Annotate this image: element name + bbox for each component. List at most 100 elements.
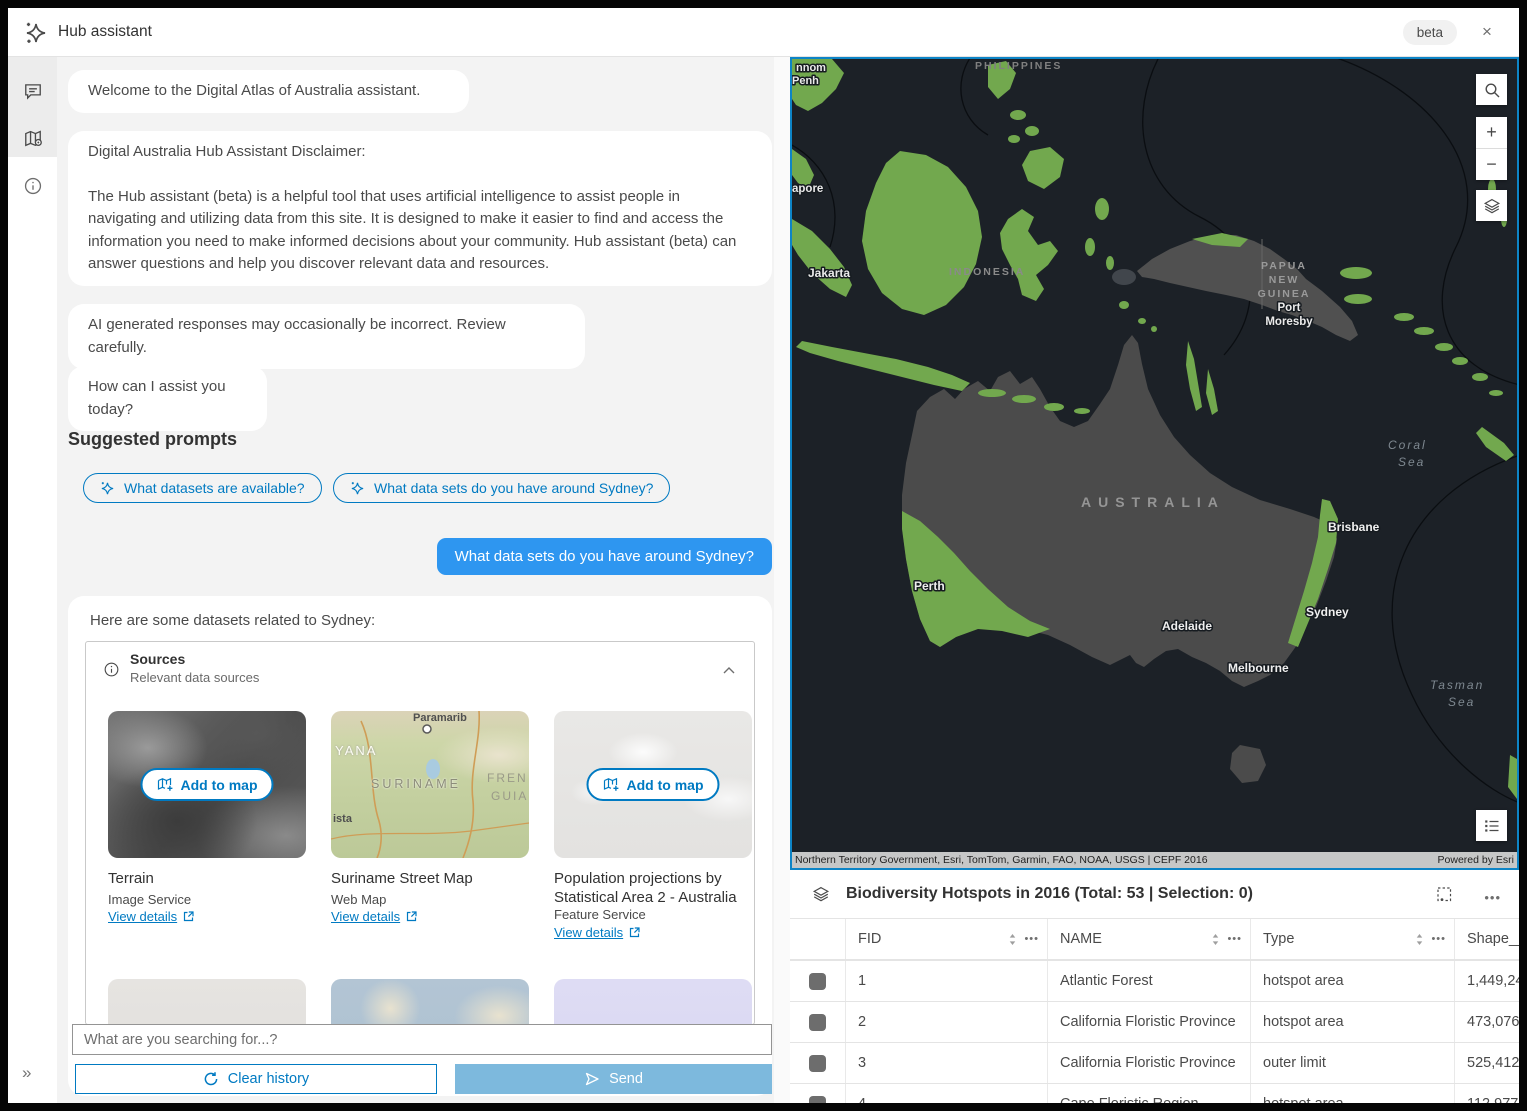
dataset-thumbnail-suriname[interactable]: Paramarib YANA SURINAME FREN GUIA ista	[331, 711, 529, 858]
cell-name: Cape Floristic Region	[1047, 1084, 1250, 1103]
add-map-icon	[603, 776, 620, 793]
table-row[interactable]: 3 California Floristic Province outer li…	[790, 1042, 1519, 1083]
prompt-button[interactable]: What data sets do you have around Sydney…	[333, 473, 670, 503]
zoom-control: + −	[1476, 117, 1507, 180]
map-attribution: Northern Territory Government, Esri, Tom…	[792, 852, 1517, 868]
column-header-name[interactable]: NAME •••	[1047, 919, 1250, 959]
column-label: Shape__A	[1467, 931, 1519, 947]
sort-icon[interactable]	[1007, 933, 1018, 946]
sort-icon[interactable]	[1210, 933, 1221, 946]
map-legend-button[interactable]	[1476, 810, 1507, 841]
cell-name: California Floristic Province	[1047, 1043, 1250, 1083]
sea-label: Sea	[1398, 455, 1425, 469]
thumb-label: Paramarib	[413, 712, 467, 724]
sort-icon[interactable]	[1414, 933, 1425, 946]
map-canvas: nnom Penh apore Jakarta PHILIPPINES INDO…	[792, 59, 1517, 852]
map-icon[interactable]	[23, 128, 43, 148]
chat-icon[interactable]	[23, 81, 43, 101]
beta-badge: beta	[1403, 20, 1457, 45]
dataset-thumbnail-extra-2[interactable]	[331, 979, 529, 1025]
city-label: Perth	[914, 579, 945, 593]
city-label: nnom	[796, 62, 826, 74]
dataset-thumbnail-terrain[interactable]: Add to map	[108, 711, 306, 858]
sea-label: Tasman	[1430, 678, 1484, 692]
sea-label: Sea	[1448, 695, 1475, 709]
dataset-thumbnail-extra-3[interactable]	[554, 979, 752, 1025]
table-menu-icon[interactable]: •••	[1484, 890, 1501, 905]
column-menu-icon[interactable]: •••	[1227, 933, 1242, 945]
close-icon[interactable]: ×	[1477, 22, 1497, 42]
list-icon	[1483, 817, 1501, 835]
view-details-label: View details	[331, 909, 400, 924]
scroll-gutter[interactable]	[774, 57, 790, 1103]
chat-panel: Welcome to the Digital Atlas of Australi…	[57, 57, 790, 1103]
add-to-map-button[interactable]: Add to map	[141, 768, 274, 801]
row-checkbox[interactable]	[809, 1014, 826, 1031]
sparkle-icon	[100, 481, 115, 496]
column-label: FID	[858, 931, 881, 947]
table-row[interactable]: 2 California Floristic Province hotspot …	[790, 1001, 1519, 1042]
view-details-link[interactable]: View details	[331, 909, 418, 924]
external-link-icon	[405, 910, 418, 923]
thumb-label: SURINAME	[371, 777, 461, 791]
response-intro: Here are some datasets related to Sydney…	[90, 612, 375, 629]
view-details-link[interactable]: View details	[554, 925, 641, 940]
city-label: Brisbane	[1328, 520, 1380, 534]
row-checkbox[interactable]	[809, 1096, 826, 1104]
table-row[interactable]: 1 Atlantic Forest hotspot area 1,449,245	[790, 960, 1519, 1001]
collapse-panel-icon[interactable]: »	[22, 1063, 29, 1083]
prompt-button[interactable]: What datasets are available?	[83, 473, 322, 503]
country-label: GUINEA	[1258, 288, 1311, 300]
city-label: apore	[792, 183, 823, 195]
assistant-message: Digital Australia Hub Assistant Disclaim…	[68, 131, 772, 286]
zoom-out-button[interactable]: −	[1476, 149, 1507, 180]
search-input[interactable]	[72, 1024, 772, 1055]
layers-icon	[1483, 197, 1501, 215]
user-message: What data sets do you have around Sydney…	[437, 538, 772, 575]
search-icon	[1483, 81, 1501, 99]
attribution-text: Northern Territory Government, Esri, Tom…	[795, 854, 1208, 866]
map-layers-button[interactable]	[1476, 190, 1507, 221]
cell-name: California Floristic Province	[1047, 1002, 1250, 1042]
sources-title: Sources	[130, 651, 185, 667]
disclaimer-body: The Hub assistant (beta) is a helpful to…	[88, 186, 752, 276]
select-all-column[interactable]	[790, 919, 845, 959]
add-to-map-label: Add to map	[181, 777, 258, 793]
info-icon[interactable]	[23, 176, 43, 196]
column-header-shape-area[interactable]: Shape__A	[1454, 919, 1519, 959]
disclaimer-heading: Digital Australia Hub Assistant Disclaim…	[88, 141, 752, 164]
country-label: AUSTRALIA	[1081, 494, 1225, 510]
selection-options-icon[interactable]	[1436, 886, 1453, 903]
column-header-type[interactable]: Type •••	[1250, 919, 1454, 959]
info-icon	[103, 661, 120, 678]
clear-history-button[interactable]: Clear history	[75, 1064, 437, 1094]
assistant-message: Welcome to the Digital Atlas of Australi…	[68, 70, 469, 113]
column-header-fid[interactable]: FID •••	[845, 919, 1047, 959]
row-checkbox[interactable]	[809, 1055, 826, 1072]
map-search-button[interactable]	[1476, 74, 1507, 105]
thumb-label: YANA	[335, 743, 377, 758]
zoom-in-button[interactable]: +	[1476, 117, 1507, 148]
view-details-link[interactable]: View details	[108, 909, 195, 924]
map-view[interactable]: nnom Penh apore Jakarta PHILIPPINES INDO…	[790, 57, 1519, 870]
column-menu-icon[interactable]: •••	[1431, 933, 1446, 945]
dataset-thumbnail-extra-1[interactable]	[108, 979, 306, 1025]
tool-rail: »	[8, 57, 57, 1103]
chevron-up-icon[interactable]	[722, 665, 736, 675]
table-row[interactable]: 4 Cape Floristic Region hotspot area 112…	[790, 1083, 1519, 1103]
add-to-map-button[interactable]: Add to map	[587, 768, 720, 801]
send-button[interactable]: Send	[455, 1064, 772, 1094]
cell-shape-area: 1,449,245	[1454, 961, 1519, 1001]
dataset-type: Feature Service	[554, 907, 646, 922]
city-label: Port	[1278, 302, 1301, 314]
dataset-thumbnail-population[interactable]: Add to map	[554, 711, 752, 858]
row-checkbox[interactable]	[809, 973, 826, 990]
add-to-map-label: Add to map	[627, 777, 704, 793]
sources-section: Sources Relevant data sources Add to map	[85, 641, 755, 1025]
cell-fid: 4	[845, 1084, 1047, 1103]
cell-fid: 1	[845, 961, 1047, 1001]
cell-type: hotspot area	[1250, 1002, 1454, 1042]
prompt-label: What data sets do you have around Sydney…	[374, 480, 653, 496]
dataset-title: Terrain	[108, 870, 308, 889]
column-menu-icon[interactable]: •••	[1024, 933, 1039, 945]
